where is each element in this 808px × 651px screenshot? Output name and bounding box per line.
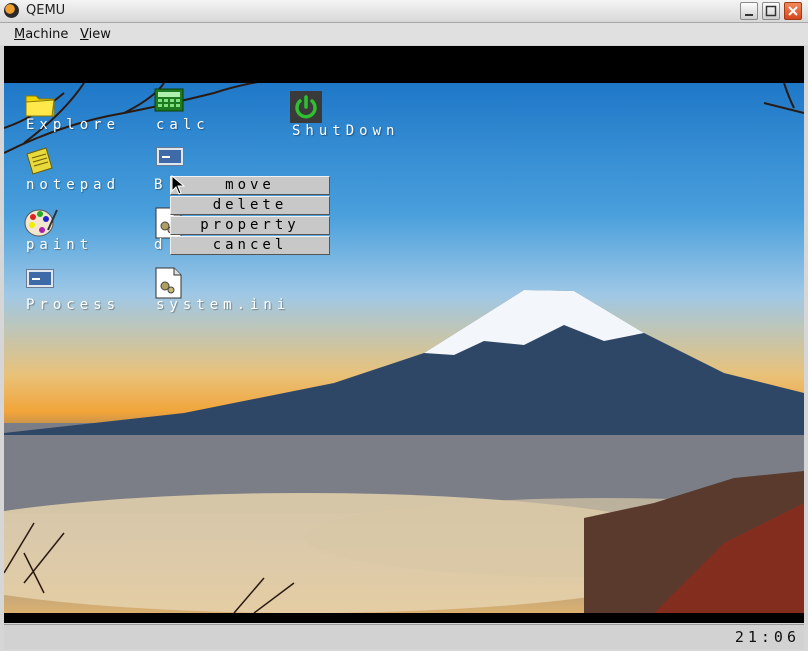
- context-menu: move delete property cancel: [170, 176, 330, 256]
- menu-machine[interactable]: Machine: [14, 27, 68, 42]
- guest-desktop[interactable]: Explore calc ShutDown notepad B paint d …: [4, 83, 804, 613]
- window-title: QEMU: [26, 3, 66, 18]
- notepad-icon: [26, 147, 53, 175]
- vm-screen[interactable]: Explore calc ShutDown notepad B paint d …: [4, 46, 804, 623]
- status-bar: 21:06: [4, 624, 804, 649]
- palette-icon: [24, 209, 58, 237]
- clock: 21:06: [734, 628, 800, 646]
- minimize-icon: [745, 14, 753, 16]
- minimize-button[interactable]: [740, 2, 758, 20]
- title-bar: QEMU: [0, 0, 808, 23]
- maximize-icon: [765, 5, 777, 17]
- context-menu-move[interactable]: move: [170, 176, 330, 195]
- maximize-button[interactable]: [762, 2, 780, 20]
- menu-bar: Machine View: [0, 23, 808, 45]
- power-icon: [290, 91, 322, 123]
- context-menu-property[interactable]: property: [170, 216, 330, 235]
- menu-view[interactable]: View: [80, 27, 111, 42]
- window-icon: [156, 147, 184, 166]
- mountain-wallpaper: [4, 83, 804, 613]
- context-menu-delete[interactable]: delete: [170, 196, 330, 215]
- mouse-cursor-icon: [171, 175, 186, 195]
- close-button[interactable]: [784, 2, 802, 20]
- window-icon: [26, 269, 54, 288]
- qemu-app-icon: [4, 3, 19, 18]
- config-file-icon: [155, 267, 182, 299]
- context-menu-cancel[interactable]: cancel: [170, 236, 330, 255]
- calculator-icon: [154, 88, 184, 112]
- close-icon: [788, 6, 798, 16]
- folder-icon: [25, 95, 55, 117]
